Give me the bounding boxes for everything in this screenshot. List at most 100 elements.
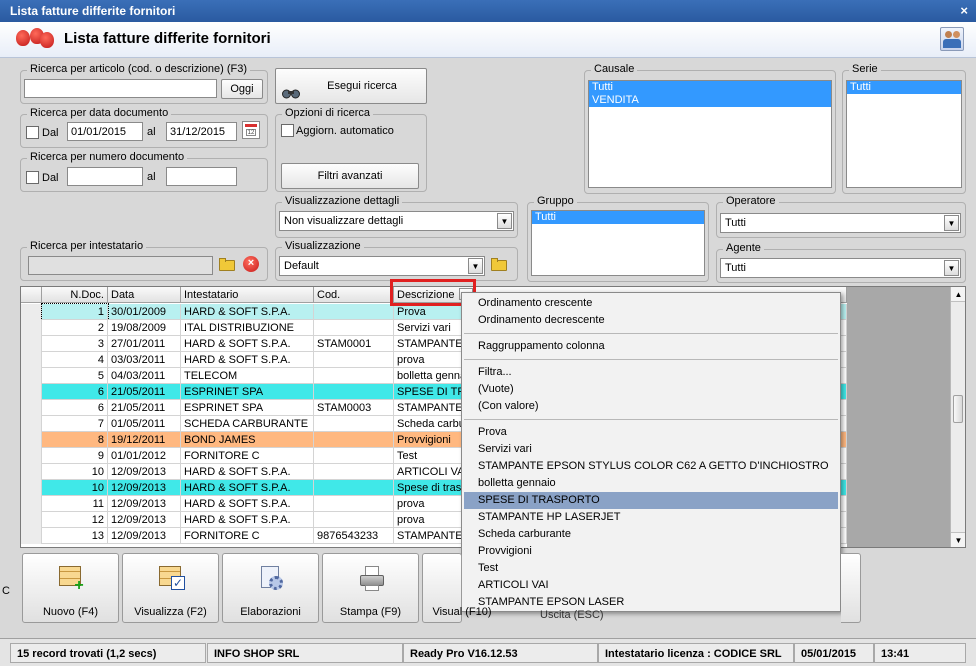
cell-cod[interactable] <box>314 384 394 400</box>
menu-value-item[interactable]: Servizi vari <box>464 441 838 458</box>
cell-data[interactable]: 27/01/2011 <box>108 336 181 352</box>
cell-ndoc[interactable]: 5 <box>42 368 108 384</box>
view-select[interactable]: Default ▼ <box>279 256 485 276</box>
column-header-data[interactable]: Data <box>108 287 181 303</box>
chevron-down-icon[interactable]: ▼ <box>944 260 959 276</box>
cell-cod[interactable]: STAM0003 <box>314 400 394 416</box>
row-indicator[interactable] <box>21 464 42 480</box>
cell-intestatario[interactable]: FORNITORE C <box>181 528 314 544</box>
cell-intestatario[interactable]: BOND JAMES <box>181 432 314 448</box>
cell-cod[interactable] <box>314 496 394 512</box>
causale-listbox[interactable]: Tutti VENDITA <box>588 80 832 188</box>
visual-button[interactable]: Visual (F10) <box>422 553 492 623</box>
cell-intestatario[interactable]: ESPRINET SPA <box>181 400 314 416</box>
scroll-thumb[interactable] <box>953 395 963 423</box>
row-indicator[interactable] <box>21 448 42 464</box>
number-from-input[interactable] <box>67 167 143 186</box>
serie-item[interactable]: Tutti <box>847 81 961 94</box>
cell-ndoc[interactable]: 6 <box>42 384 108 400</box>
cell-intestatario[interactable]: SCHEDA CARBURANTE <box>181 416 314 432</box>
date-from-checkbox[interactable] <box>26 126 39 139</box>
cell-ndoc[interactable]: 1 <box>41 303 109 321</box>
view-button[interactable]: ✓ Visualizza (F2) <box>122 553 219 623</box>
cell-intestatario[interactable]: HARD & SOFT S.P.A. <box>181 496 314 512</box>
row-indicator[interactable] <box>21 416 42 432</box>
menu-sort-descending[interactable]: Ordinamento decrescente <box>464 312 838 329</box>
row-indicator[interactable] <box>21 496 42 512</box>
row-indicator[interactable] <box>21 480 42 496</box>
exit-button-label[interactable]: Uscita (ESC) <box>540 609 604 621</box>
clear-icon[interactable]: × <box>243 256 259 272</box>
row-indicator[interactable] <box>21 512 42 528</box>
users-icon[interactable] <box>940 27 964 51</box>
menu-value-item[interactable]: Test <box>464 560 838 577</box>
cell-data[interactable]: 21/05/2011 <box>108 400 181 416</box>
cell-data[interactable]: 03/03/2011 <box>108 352 181 368</box>
menu-value-item[interactable]: Scheda carburante <box>464 526 838 543</box>
menu-value-item[interactable]: Prova <box>464 424 838 441</box>
cell-intestatario[interactable]: HARD & SOFT S.P.A. <box>181 480 314 496</box>
serie-listbox[interactable]: Tutti <box>846 80 962 188</box>
calendar-icon[interactable]: 12 <box>242 121 260 139</box>
row-indicator[interactable] <box>21 368 42 384</box>
cell-intestatario[interactable]: HARD & SOFT S.P.A. <box>181 304 314 320</box>
cell-intestatario[interactable]: FORNITORE C <box>181 448 314 464</box>
cell-ndoc[interactable]: 7 <box>42 416 108 432</box>
folder-icon[interactable] <box>491 257 508 272</box>
cell-cod[interactable] <box>314 464 394 480</box>
cell-intestatario[interactable]: HARD & SOFT S.P.A. <box>181 336 314 352</box>
cell-intestatario[interactable]: ITAL DISTRIBUZIONE <box>181 320 314 336</box>
advanced-filters-button[interactable]: Filtri avanzati <box>281 163 419 189</box>
cell-cod[interactable] <box>314 352 394 368</box>
grid-vertical-scrollbar[interactable]: ▲ ▼ <box>950 287 965 547</box>
exit-button[interactable] <box>841 553 861 623</box>
cell-intestatario[interactable]: HARD & SOFT S.P.A. <box>181 352 314 368</box>
cell-ndoc[interactable]: 8 <box>42 432 108 448</box>
menu-value-item[interactable]: STAMPANTE EPSON STYLUS COLOR C62 A GETTO… <box>464 458 838 475</box>
menu-value-item[interactable]: SPESE DI TRASPORTO <box>464 492 838 509</box>
gruppo-item[interactable]: Tutti <box>532 211 704 224</box>
cell-cod[interactable]: STAM0001 <box>314 336 394 352</box>
today-button[interactable]: Oggi <box>221 79 263 99</box>
agente-select[interactable]: Tutti ▼ <box>720 258 961 278</box>
details-view-select[interactable]: Non visualizzare dettagli ▼ <box>279 211 514 231</box>
cell-cod[interactable] <box>314 480 394 496</box>
menu-sort-ascending[interactable]: Ordinamento crescente <box>464 295 838 312</box>
menu-group-column[interactable]: Raggruppamento colonna <box>464 338 838 355</box>
cell-ndoc[interactable]: 2 <box>42 320 108 336</box>
cell-cod[interactable] <box>314 368 394 384</box>
cell-ndoc[interactable]: 10 <box>42 464 108 480</box>
menu-value-item[interactable]: STAMPANTE EPSON LASER <box>464 594 838 611</box>
column-header-cod[interactable]: Cod. <box>314 287 394 303</box>
close-icon[interactable]: × <box>960 3 968 18</box>
cell-intestatario[interactable]: ESPRINET SPA <box>181 384 314 400</box>
intestatario-input[interactable] <box>28 256 213 275</box>
cell-ndoc[interactable]: 4 <box>42 352 108 368</box>
date-to-input[interactable] <box>166 122 237 141</box>
execute-search-button[interactable]: Esegui ricerca <box>275 68 427 104</box>
cell-ndoc[interactable]: 3 <box>42 336 108 352</box>
cell-data[interactable]: 12/09/2013 <box>108 464 181 480</box>
cell-ndoc[interactable]: 9 <box>42 448 108 464</box>
menu-empty-values[interactable]: (Vuote) <box>464 381 838 398</box>
cell-data[interactable]: 30/01/2009 <box>108 304 181 320</box>
cell-data[interactable]: 21/05/2011 <box>108 384 181 400</box>
cell-data[interactable]: 19/12/2011 <box>108 432 181 448</box>
cell-data[interactable]: 04/03/2011 <box>108 368 181 384</box>
row-indicator[interactable] <box>21 384 42 400</box>
chevron-down-icon[interactable]: ▼ <box>468 258 483 274</box>
cell-cod[interactable] <box>314 432 394 448</box>
cell-intestatario[interactable]: HARD & SOFT S.P.A. <box>181 512 314 528</box>
cell-data[interactable]: 12/09/2013 <box>108 496 181 512</box>
cell-cod[interactable] <box>314 512 394 528</box>
menu-value-item[interactable]: bolletta gennaio <box>464 475 838 492</box>
cell-cod[interactable] <box>314 448 394 464</box>
date-from-input[interactable] <box>67 122 143 141</box>
column-header-ndoc[interactable]: N.Doc. <box>42 287 108 303</box>
row-indicator[interactable] <box>21 400 42 416</box>
menu-filter[interactable]: Filtra... <box>464 364 838 381</box>
causale-item[interactable]: Tutti <box>589 81 831 94</box>
cell-data[interactable]: 12/09/2013 <box>108 512 181 528</box>
menu-with-value[interactable]: (Con valore) <box>464 398 838 415</box>
new-button[interactable]: + Nuovo (F4) <box>22 553 119 623</box>
